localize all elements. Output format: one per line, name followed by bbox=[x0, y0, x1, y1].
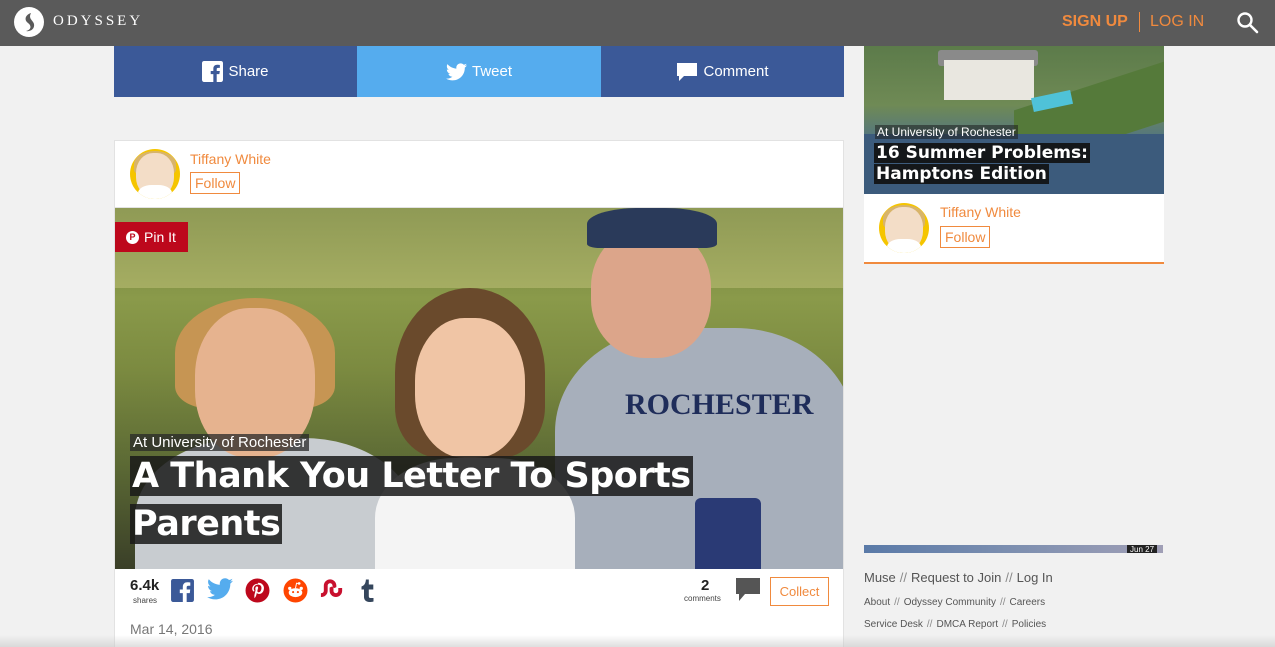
footer-links-tertiary: Service Desk//DMCA Report//Policies bbox=[864, 619, 1047, 630]
comment-bubble-icon[interactable] bbox=[735, 577, 761, 603]
article-hero-image[interactable]: ROCHESTER P Pin It At University of Roch… bbox=[115, 208, 843, 569]
odyssey-logo-icon[interactable] bbox=[14, 7, 44, 37]
top-navigation-bar: ODYSSEY SIGN UP LOG IN bbox=[0, 0, 1275, 46]
comment-bubble-icon bbox=[677, 62, 698, 81]
author-name-link[interactable]: Tiffany White bbox=[190, 151, 271, 167]
facebook-icon bbox=[202, 61, 224, 82]
facebook-share-button[interactable]: Share bbox=[114, 46, 357, 97]
twitter-tweet-label: Tweet bbox=[471, 63, 513, 80]
log-in-link[interactable]: LOG IN bbox=[1150, 13, 1204, 31]
bottom-shadow bbox=[0, 635, 1275, 647]
comment-count-label: comments bbox=[684, 594, 721, 603]
twitter-icon[interactable] bbox=[207, 578, 233, 600]
author-row: Tiffany White Follow bbox=[115, 141, 843, 208]
pin-it-button[interactable]: P Pin It bbox=[115, 222, 188, 252]
related-article-location[interactable]: At University of Rochester bbox=[875, 125, 1018, 139]
article-title-line-1: A Thank You Letter To Sports bbox=[130, 456, 693, 496]
footer-link-dmca-report[interactable]: DMCA Report bbox=[936, 619, 998, 630]
footer-link-policies[interactable]: Policies bbox=[1012, 619, 1046, 630]
related-article-title-line-2: Hamptons Edition bbox=[874, 164, 1049, 184]
footer-link-about[interactable]: About bbox=[864, 597, 890, 608]
facebook-icon[interactable] bbox=[170, 578, 195, 603]
footer-link-log-in[interactable]: Log In bbox=[1017, 570, 1053, 585]
article-stats-row: 6.4k shares 2 comments Collect bbox=[115, 570, 843, 615]
related-author-avatar[interactable] bbox=[879, 203, 929, 253]
comment-label: Comment bbox=[703, 63, 769, 80]
search-icon[interactable] bbox=[1236, 11, 1260, 40]
pinterest-icon: P bbox=[126, 230, 139, 244]
related-article-title[interactable]: 16 Summer Problems: Hamptons Edition bbox=[874, 143, 1094, 185]
footer-links-main: Muse//Request to Join//Log In bbox=[864, 570, 1053, 585]
collect-button[interactable]: Collect bbox=[770, 577, 829, 606]
logo-text[interactable]: ODYSSEY bbox=[53, 13, 143, 30]
pinterest-icon[interactable] bbox=[245, 578, 270, 603]
pin-it-label: Pin It bbox=[144, 229, 176, 245]
footer-links-secondary: About//Odyssey Community//Careers bbox=[864, 597, 1046, 608]
jersey-text: ROCHESTER bbox=[625, 388, 814, 421]
related-article-card[interactable]: At University of Rochester 16 Summer Pro… bbox=[864, 46, 1164, 264]
stumbleupon-icon[interactable] bbox=[319, 578, 346, 600]
related-follow-button[interactable]: Follow bbox=[940, 226, 991, 248]
author-avatar[interactable] bbox=[130, 149, 180, 199]
footer-link-careers[interactable]: Careers bbox=[1010, 597, 1046, 608]
twitter-icon bbox=[445, 62, 467, 80]
footer-link-request-to-join[interactable]: Request to Join bbox=[911, 570, 1001, 585]
footer-link-odyssey-community[interactable]: Odyssey Community bbox=[904, 597, 996, 608]
tumblr-icon[interactable] bbox=[360, 578, 376, 603]
article-title[interactable]: A Thank You Letter To Sports Parents bbox=[130, 452, 730, 548]
facebook-share-label: Share bbox=[228, 63, 269, 80]
article-location[interactable]: At University of Rochester bbox=[130, 434, 310, 451]
next-article-date: Jun 27 bbox=[1127, 545, 1158, 553]
article-title-line-2: Parents bbox=[130, 504, 283, 544]
related-author-name-link[interactable]: Tiffany White bbox=[940, 204, 1021, 220]
comment-count: 2 bbox=[701, 577, 710, 594]
header-divider bbox=[1139, 12, 1140, 32]
related-article-image[interactable]: At University of Rochester 16 Summer Pro… bbox=[864, 46, 1164, 194]
article-card: Tiffany White Follow ROCHESTER P Pin It … bbox=[114, 140, 844, 647]
twitter-tweet-button[interactable]: Tweet bbox=[357, 46, 601, 97]
related-article-title-line-1: 16 Summer Problems: bbox=[874, 143, 1090, 163]
footer-link-muse[interactable]: Muse bbox=[864, 570, 896, 585]
sign-up-link[interactable]: SIGN UP bbox=[1062, 13, 1128, 31]
share-count: 6.4k bbox=[130, 577, 160, 594]
share-bar: Share Tweet Comment bbox=[114, 46, 844, 97]
footer-link-service-desk[interactable]: Service Desk bbox=[864, 619, 923, 630]
next-article-thumbnail[interactable] bbox=[864, 545, 1163, 553]
share-count-label: shares bbox=[133, 596, 158, 605]
follow-author-button[interactable]: Follow bbox=[190, 172, 241, 194]
comment-button[interactable]: Comment bbox=[601, 46, 844, 97]
reddit-icon[interactable] bbox=[283, 578, 308, 603]
